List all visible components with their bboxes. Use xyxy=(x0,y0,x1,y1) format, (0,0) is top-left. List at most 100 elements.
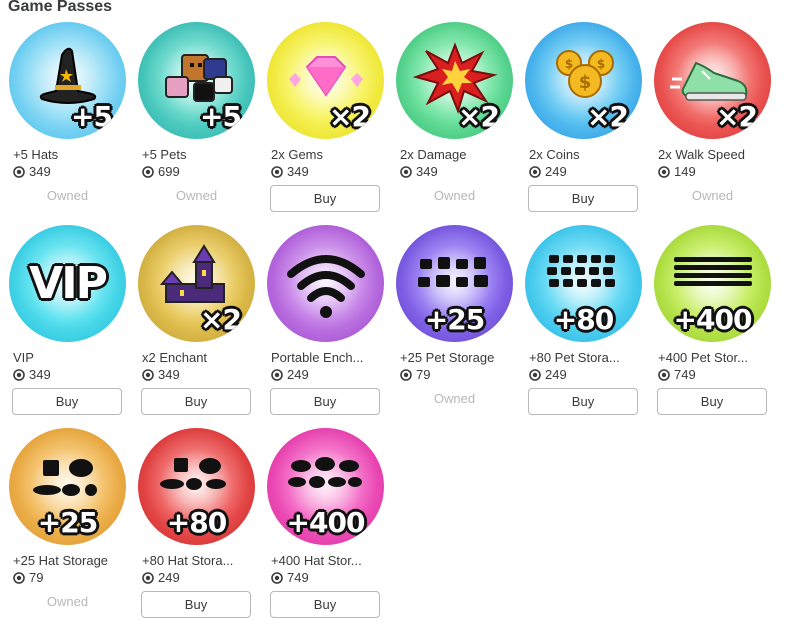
robux-icon xyxy=(658,368,670,381)
gold-coins-icon[interactable]: $ $ $ ×2 xyxy=(525,22,642,139)
svg-text:$: $ xyxy=(596,57,604,71)
pets-group-icon[interactable]: +5 xyxy=(138,22,255,139)
pass-badge: +25 xyxy=(37,506,98,539)
explosion-icon[interactable]: ×2 xyxy=(396,22,513,139)
robux-icon xyxy=(13,165,25,178)
pass-name: +5 Hats xyxy=(13,147,59,162)
game-pass-card: +25 +25 Pet Storage 79 Owned xyxy=(396,225,513,422)
pass-price: 699 xyxy=(138,164,255,179)
robux-icon xyxy=(142,571,154,584)
game-pass-card: +80 +80 Hat Stora... 249 Buy xyxy=(138,428,255,625)
owned-label: Owned xyxy=(691,188,734,203)
pass-badge: ×2 xyxy=(716,100,758,133)
robux-icon xyxy=(529,165,541,178)
pass-price-value: 349 xyxy=(416,164,438,179)
pass-price: 79 xyxy=(9,570,126,585)
robux-icon xyxy=(271,571,283,584)
buy-button[interactable]: Buy xyxy=(270,388,380,415)
pass-name: 2x Gems xyxy=(271,147,324,162)
game-passes-grid: +5 +5 Hats 349 Owned +5 +5 Pets 699 Owne… xyxy=(9,22,771,625)
game-pass-card: +25 +25 Hat Storage 79 Owned xyxy=(9,428,126,625)
pass-badge: ×2 xyxy=(200,303,242,336)
pet-silhouettes-icon[interactable]: +25 xyxy=(396,225,513,342)
pass-badge: +80 xyxy=(553,303,614,336)
robux-icon xyxy=(658,165,670,178)
buy-button[interactable]: Buy xyxy=(12,388,122,415)
game-pass-card: VIP VIP 349 Buy xyxy=(9,225,126,422)
pass-name: 2x Walk Speed xyxy=(658,147,745,162)
pass-name: +80 Hat Stora... xyxy=(142,553,234,568)
pass-price-value: 349 xyxy=(29,367,51,382)
game-pass-card: Portable Ench... 249 Buy xyxy=(267,225,384,422)
pass-price: 349 xyxy=(138,367,255,382)
pass-price-value: 249 xyxy=(545,164,567,179)
pass-price: 79 xyxy=(396,367,513,382)
pass-badge: ×2 xyxy=(329,100,371,133)
pass-price-value: 149 xyxy=(674,164,696,179)
pass-price: 349 xyxy=(396,164,513,179)
robux-icon xyxy=(13,571,25,584)
pass-badge: VIP xyxy=(29,258,108,309)
pass-price-value: 699 xyxy=(158,164,180,179)
pet-silhouettes-icon[interactable]: +80 xyxy=(525,225,642,342)
pass-badge: ×2 xyxy=(587,100,629,133)
pass-badge: +5 xyxy=(200,100,242,133)
game-pass-card: +400 +400 Pet Stor... 749 Buy xyxy=(654,225,771,422)
pink-gem-icon[interactable]: ×2 xyxy=(267,22,384,139)
pass-price-value: 349 xyxy=(29,164,51,179)
pass-name: VIP xyxy=(13,350,34,365)
hat-silhouettes-icon[interactable]: +400 xyxy=(267,428,384,545)
pass-price-value: 749 xyxy=(674,367,696,382)
robux-icon xyxy=(271,368,283,381)
pass-name: +25 Pet Storage xyxy=(400,350,495,365)
pass-badge: +5 xyxy=(71,100,113,133)
game-pass-card: ×2 2x Gems 349 Buy xyxy=(267,22,384,219)
pass-badge: +400 xyxy=(286,506,366,539)
buy-button[interactable]: Buy xyxy=(528,388,638,415)
game-pass-card: ×2 2x Walk Speed 149 Owned xyxy=(654,22,771,219)
pass-price: 249 xyxy=(525,164,642,179)
hat-silhouettes-icon[interactable]: +25 xyxy=(9,428,126,545)
robux-icon xyxy=(142,368,154,381)
game-pass-card: ×2 x2 Enchant 349 Buy xyxy=(138,225,255,422)
pass-price: 249 xyxy=(138,570,255,585)
pass-price: 349 xyxy=(9,367,126,382)
svg-text:$: $ xyxy=(578,72,591,93)
witch-hat-icon[interactable]: +5 xyxy=(9,22,126,139)
buy-button[interactable]: Buy xyxy=(270,185,380,212)
buy-button[interactable]: Buy xyxy=(270,591,380,618)
pass-badge: ×2 xyxy=(458,100,500,133)
robux-icon xyxy=(13,368,25,381)
game-pass-card: +5 +5 Pets 699 Owned xyxy=(138,22,255,219)
game-pass-card: $ $ $ ×2 2x Coins 249 Buy xyxy=(525,22,642,219)
robux-icon xyxy=(142,165,154,178)
pass-price-value: 249 xyxy=(545,367,567,382)
pass-price: 249 xyxy=(525,367,642,382)
buy-button[interactable]: Buy xyxy=(141,388,251,415)
pass-price-value: 249 xyxy=(287,367,309,382)
vip-text-icon[interactable]: VIP xyxy=(9,225,126,342)
buy-button[interactable]: Buy xyxy=(657,388,767,415)
owned-label: Owned xyxy=(175,188,218,203)
robux-icon xyxy=(400,165,412,178)
pass-name: x2 Enchant xyxy=(142,350,208,365)
pass-name: Portable Ench... xyxy=(271,350,364,365)
pass-price-value: 79 xyxy=(416,367,431,382)
pass-price: 149 xyxy=(654,164,771,179)
pass-badge: +25 xyxy=(424,303,485,336)
buy-button[interactable]: Buy xyxy=(141,591,251,618)
robux-icon xyxy=(400,368,412,381)
hat-silhouettes-icon[interactable]: +80 xyxy=(138,428,255,545)
pass-price-value: 349 xyxy=(287,164,309,179)
robux-icon xyxy=(271,165,283,178)
pass-price: 349 xyxy=(9,164,126,179)
section-title: Game Passes xyxy=(8,0,113,15)
wifi-icon[interactable] xyxy=(267,225,384,342)
pass-price: 349 xyxy=(267,164,384,179)
pass-price: 749 xyxy=(654,367,771,382)
sneaker-icon[interactable]: ×2 xyxy=(654,22,771,139)
game-pass-card: +80 +80 Pet Stora... 249 Buy xyxy=(525,225,642,422)
buy-button[interactable]: Buy xyxy=(528,185,638,212)
pet-silhouettes-icon[interactable]: +400 xyxy=(654,225,771,342)
castle-tower-icon[interactable]: ×2 xyxy=(138,225,255,342)
